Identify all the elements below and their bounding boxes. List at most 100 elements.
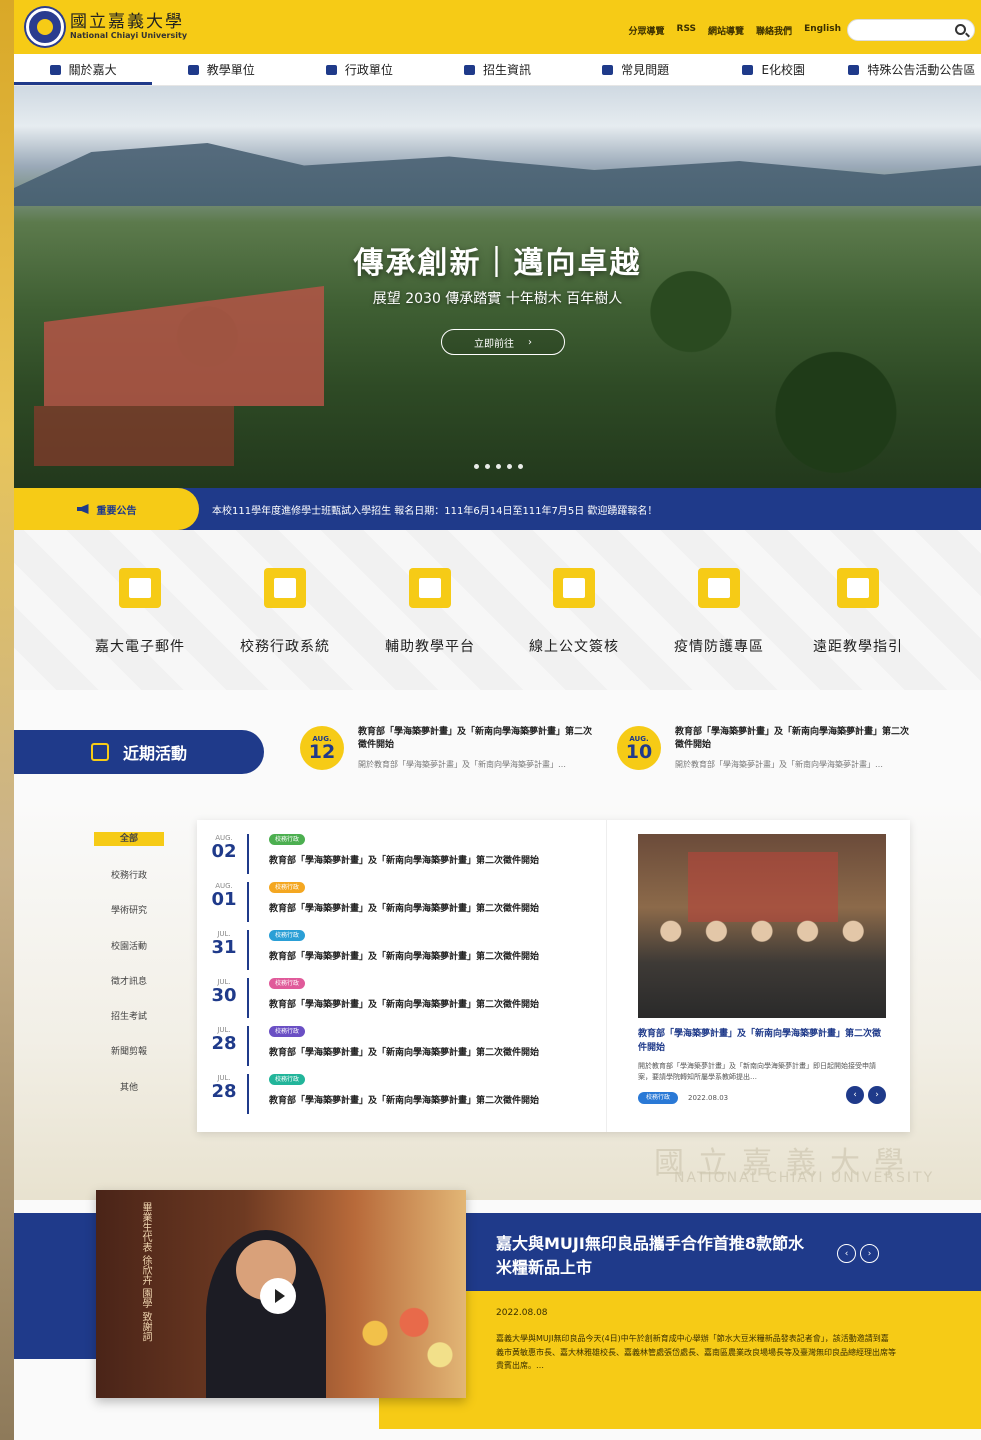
quick-link-epidemic[interactable]: 疫情防護專區 — [649, 568, 789, 656]
news-date: JUL. 31 — [209, 930, 239, 957]
nav-admissions[interactable]: 招生資訊 — [428, 54, 566, 85]
nav-about[interactable]: 關於嘉大 — [14, 54, 153, 85]
nav-faq[interactable]: 常見問題 — [567, 54, 705, 85]
teaching-platform-icon — [409, 568, 451, 608]
category-research[interactable]: 學術研究 — [94, 902, 164, 937]
event-date: AUG. 12 — [300, 726, 344, 770]
link-audience-guide[interactable]: 分眾導覽 — [629, 24, 665, 37]
event-day: 12 — [308, 740, 336, 763]
nav-e-campus[interactable]: E化校園 — [705, 54, 843, 85]
mail-icon — [119, 568, 161, 608]
office-icon — [325, 64, 337, 75]
announcement-text[interactable]: 本校111學年度進修學士班甄試入學招生 報名日期：111年6月14日至111年7… — [212, 502, 657, 517]
event-card[interactable]: AUG. 10 教育部「學海築夢計畫」及「新南向學海築夢計畫」第二次徵件開始 開… — [617, 726, 917, 770]
search-icon[interactable] — [955, 24, 966, 35]
nav-label: 行政單位 — [344, 63, 393, 77]
video-thumbnail[interactable]: 畢業生代表 徐欣卉 園學 致謝詞 — [96, 1190, 466, 1398]
nav-academics[interactable]: 教學單位 — [152, 54, 290, 85]
prev-button[interactable]: ‹ — [846, 1086, 864, 1104]
carousel-dot[interactable] — [496, 464, 501, 469]
hero-cta-label: 立即前往 — [474, 338, 514, 350]
link-sitemap[interactable]: 網站導覽 — [708, 24, 744, 37]
list-item[interactable]: JUL. 28 校務行政 教育部「學海築夢計畫」及「新南向學海築夢計畫」第二次徵… — [197, 1012, 607, 1066]
carousel-dot[interactable] — [474, 464, 479, 469]
news-date: JUL. 28 — [209, 1074, 239, 1101]
news-title: 教育部「學海築夢計畫」及「新南向學海築夢計畫」第二次徵件開始 — [269, 952, 540, 962]
event-day: 10 — [625, 740, 653, 763]
featured-news[interactable]: 教育部「學海築夢計畫」及「新南向學海築夢計畫」第二次徵件開始 開於教育部「學海築… — [638, 834, 886, 1104]
category-jobs[interactable]: 徵才訊息 — [94, 973, 164, 1008]
quick-link-teaching-platform[interactable]: 輔助教學平台 — [360, 568, 500, 656]
category-other[interactable]: 其他 — [94, 1079, 164, 1114]
category-badge: 校務行政 — [638, 1092, 679, 1104]
feature-news-date: 2022.08.08 — [496, 1308, 548, 1318]
news-list: AUG. 02 校務行政 教育部「學海築夢計畫」及「新南向學海築夢計畫」第二次徵… — [197, 820, 607, 1132]
notice-board-icon — [848, 64, 860, 75]
quick-link-email[interactable]: 嘉大電子郵件 — [70, 568, 210, 656]
search-input[interactable] — [847, 19, 975, 41]
nav-label: 招生資訊 — [482, 63, 531, 77]
nav-label: 關於嘉大 — [68, 63, 117, 77]
featured-news-arrows: ‹ › — [846, 1086, 886, 1104]
nav-special-announcements[interactable]: 特殊公告活動公告區 — [843, 54, 981, 85]
top-bar: 國立嘉義大學 National Chiayi University 分眾導覽 R… — [14, 0, 981, 54]
list-item[interactable]: JUL. 31 校務行政 教育部「學海築夢計畫」及「新南向學海築夢計畫」第二次徵… — [197, 916, 607, 970]
video-caption: 畢業生代表 徐欣卉 園學 致謝詞 — [140, 1202, 151, 1342]
university-logo[interactable]: 國立嘉義大學 National Chiayi University — [26, 8, 187, 46]
category-press[interactable]: 新聞剪報 — [94, 1043, 164, 1078]
link-contact[interactable]: 聯絡我們 — [756, 24, 792, 37]
featured-news-desc: 開於教育部「學海築夢計畫」及「新南向學海築夢計畫」即日起開始接受申請案，要請學院… — [638, 1062, 876, 1081]
list-item[interactable]: AUG. 02 校務行政 教育部「學海築夢計畫」及「新南向學海築夢計畫」第二次徵… — [197, 820, 607, 874]
carousel-dots — [474, 464, 523, 469]
hero-cta-button[interactable]: 立即前往 › — [441, 329, 565, 355]
hero-subtitle: 展望 2030 傳承踏實 十年樹木 百年樹人 — [372, 291, 623, 307]
event-date: AUG. 10 — [617, 726, 661, 770]
carousel-dot[interactable] — [518, 464, 523, 469]
news-date: JUL. 30 — [209, 978, 239, 1005]
hero-mountain-image — [14, 143, 981, 206]
play-button[interactable] — [260, 1278, 296, 1314]
link-rss[interactable]: RSS — [677, 24, 697, 37]
nav-label: 常見問題 — [621, 63, 670, 77]
category-campus[interactable]: 校園活動 — [94, 938, 164, 973]
monitor-icon — [742, 64, 754, 75]
feature-news-title[interactable]: 嘉大與MUJI無印良品攜手合作首推8款節水米糧新品上市 — [496, 1232, 816, 1280]
homepage: 國立嘉義大學 National Chiayi University 分眾導覽 R… — [14, 0, 981, 1440]
graduate-figure-image — [206, 1230, 326, 1398]
list-item[interactable]: JUL. 30 校務行政 教育部「學海築夢計畫」及「新南向學海築夢計畫」第二次徵… — [197, 964, 607, 1018]
carousel-dot[interactable] — [485, 464, 490, 469]
featured-news-photo[interactable] — [638, 834, 886, 1018]
category-all[interactable]: 全部 — [94, 832, 164, 846]
news-title: 教育部「學海築夢計畫」及「新南向學海築夢計畫」第二次徵件開始 — [269, 1048, 540, 1058]
quick-link-label: 疫情防護專區 — [674, 639, 764, 655]
event-title: 教育部「學海築夢計畫」及「新南向學海築夢計畫」第二次徵件開始 — [358, 727, 593, 750]
page-backdrop — [0, 0, 14, 1440]
featured-news-title[interactable]: 教育部「學海築夢計畫」及「新南向學海築夢計畫」第二次徵件開始 — [638, 1028, 886, 1055]
university-seal-icon — [26, 8, 64, 46]
category-badge: 校務行政 — [269, 834, 306, 845]
hero-banner: 傳承創新｜邁向卓越 展望 2030 傳承踏實 十年樹木 百年樹人 立即前往 › — [14, 86, 981, 488]
link-english[interactable]: English — [804, 24, 841, 37]
nav-administration[interactable]: 行政單位 — [290, 54, 428, 85]
document-sign-icon — [553, 568, 595, 608]
event-card[interactable]: AUG. 12 教育部「學海築夢計畫」及「新南向學海築夢計畫」第二次徵件開始 開… — [300, 726, 600, 770]
carousel-dot[interactable] — [507, 464, 512, 469]
news-day: 30 — [211, 985, 237, 1006]
prev-button[interactable]: ‹ — [837, 1244, 856, 1263]
quick-link-admin-system[interactable]: 校務行政系統 — [215, 568, 355, 656]
category-admissions[interactable]: 招生考試 — [94, 1008, 164, 1043]
remote-teaching-icon — [837, 568, 879, 608]
next-button[interactable]: › — [860, 1244, 879, 1263]
category-admin[interactable]: 校務行政 — [94, 867, 164, 902]
quick-link-remote-teaching[interactable]: 遠距教學指引 — [788, 568, 928, 656]
quick-link-label: 校務行政系統 — [240, 639, 330, 655]
quick-links: 嘉大電子郵件 校務行政系統 輔助教學平台 線上公文簽核 疫情防護專區 遠距教學指… — [14, 530, 981, 690]
news-day: 28 — [211, 1033, 237, 1054]
building-icon — [49, 64, 61, 75]
list-item[interactable]: JUL. 28 校務行政 教育部「學海築夢計畫」及「新南向學海築夢計畫」第二次徵… — [197, 1060, 607, 1114]
main-nav: 關於嘉大 教學單位 行政單位 招生資訊 常見問題 E化校園 特殊公告活動公告區 — [14, 54, 981, 86]
quick-link-document-sign[interactable]: 線上公文簽核 — [504, 568, 644, 656]
next-button[interactable]: › — [868, 1086, 886, 1104]
hero-court-image — [34, 406, 234, 466]
list-item[interactable]: AUG. 01 校務行政 教育部「學海築夢計畫」及「新南向學海築夢計畫」第二次徵… — [197, 868, 607, 922]
